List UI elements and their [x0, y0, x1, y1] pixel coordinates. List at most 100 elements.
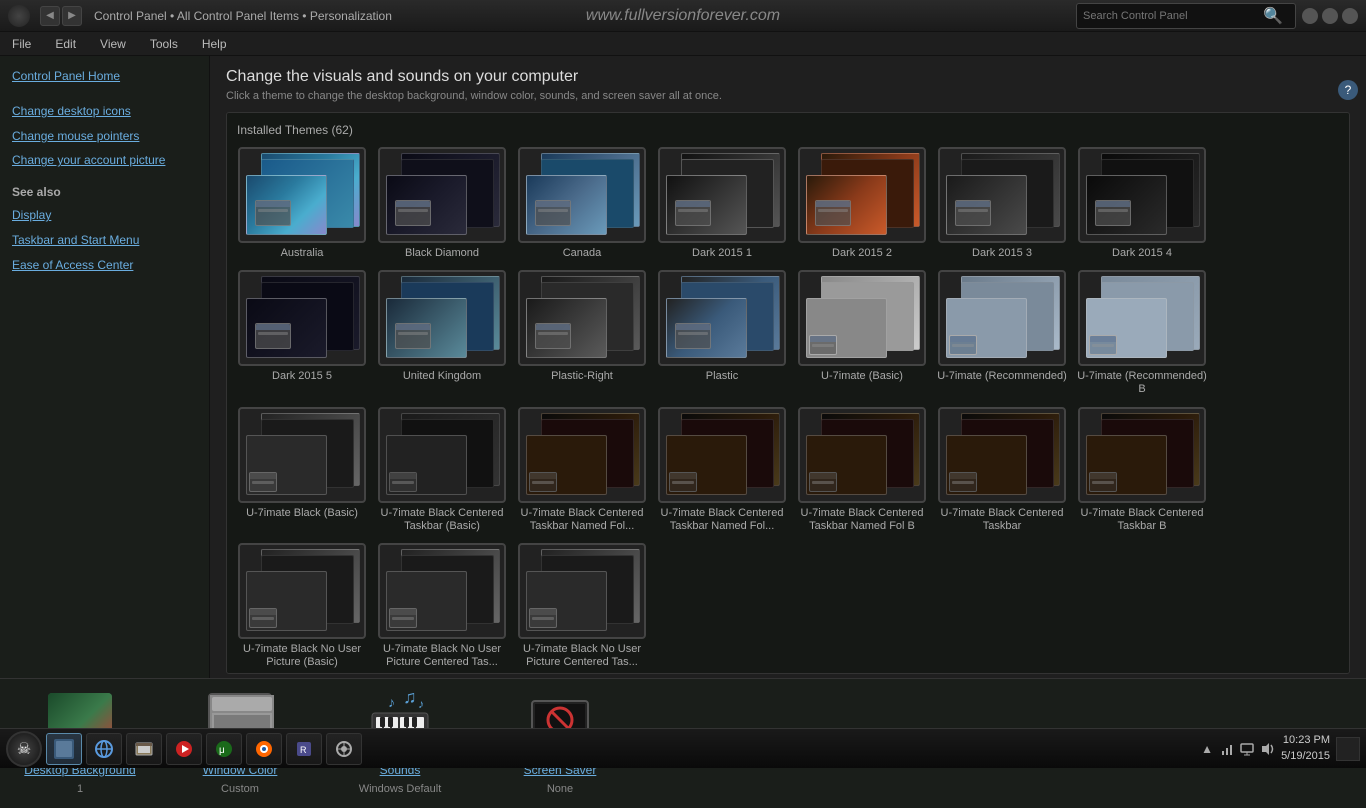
theme-name-uk: United Kingdom	[403, 370, 481, 383]
menu-help[interactable]: Help	[198, 35, 231, 53]
theme-dark1[interactable]: Dark 2015 1	[657, 147, 787, 260]
content-header: Change the visuals and sounds on your co…	[210, 56, 1366, 108]
theme-plastic[interactable]: Plastic	[657, 270, 787, 396]
theme-name-horses-1: U-7imate Black Centered Taskbar Named Fo…	[517, 507, 647, 533]
themes-container[interactable]: Installed Themes (62) Australia	[226, 112, 1350, 674]
see-also-title: See also	[12, 185, 197, 199]
search-box[interactable]: 🔍	[1076, 3, 1296, 29]
theme-no-pic-centered[interactable]: U-7imate Black No User Picture Centered …	[377, 543, 507, 669]
theme-no-pic-centered2[interactable]: U-7imate Black No User Picture Centered …	[517, 543, 647, 669]
taskbar-tray: ▲	[1199, 733, 1360, 764]
watermark: www.fullversionforever.com	[586, 7, 780, 25]
taskbar-item-6[interactable]: R	[286, 733, 322, 765]
theme-name-canada: Canada	[563, 247, 602, 260]
themes-section-title: Installed Themes (62)	[237, 123, 1339, 137]
theme-dark2[interactable]: Dark 2015 2	[797, 147, 927, 260]
taskbar-item-4[interactable]: μ	[206, 733, 242, 765]
theme-dark3[interactable]: Dark 2015 3	[937, 147, 1067, 260]
svg-text:μ: μ	[219, 745, 225, 756]
menu-edit[interactable]: Edit	[51, 35, 80, 53]
sidebar-item-mouse-pointers[interactable]: Change mouse pointers	[12, 128, 197, 145]
tray-icons: ▲	[1199, 741, 1275, 757]
forward-button[interactable]: ▶	[62, 6, 82, 26]
tray-volume[interactable]	[1259, 741, 1275, 757]
taskbar-item-5[interactable]	[246, 733, 282, 765]
tray-up-arrow[interactable]: ▲	[1199, 741, 1215, 757]
sidebar-item-account-picture[interactable]: Change your account picture	[12, 152, 197, 169]
titlebar: ◀ ▶ Control Panel • All Control Panel It…	[0, 0, 1366, 32]
taskbar-item-7[interactable]	[326, 733, 362, 765]
theme-horses-2[interactable]: U-7imate Black Centered Taskbar Named Fo…	[657, 407, 787, 533]
taskbar-item-1[interactable]	[86, 733, 122, 765]
theme-name-plastic: Plastic	[706, 370, 738, 383]
svg-text:♫: ♫	[403, 693, 417, 707]
theme-name-u7black-basic: U-7imate Black (Basic)	[246, 507, 358, 520]
sounds-value: Windows Default	[359, 783, 442, 795]
start-button[interactable]: ☠	[6, 731, 42, 767]
theme-name-u7basic: U-7imate (Basic)	[821, 370, 903, 383]
theme-name-horses-5: U-7imate Black Centered Taskbar B	[1077, 507, 1207, 533]
menu-tools[interactable]: Tools	[146, 35, 182, 53]
sidebar-item-ease[interactable]: Ease of Access Center	[12, 257, 197, 274]
theme-name-dark1: Dark 2015 1	[692, 247, 752, 260]
themes-grid: Australia Black Diamond	[237, 147, 1339, 669]
sidebar-item-taskbar[interactable]: Taskbar and Start Menu	[12, 232, 197, 249]
theme-name-horses-3: U-7imate Black Centered Taskbar Named Fo…	[797, 507, 927, 533]
theme-dark5[interactable]: Dark 2015 5	[237, 270, 367, 396]
svg-text:♪: ♪	[388, 694, 395, 710]
theme-name-u7black-ct-basic: U-7imate Black Centered Taskbar (Basic)	[377, 507, 507, 533]
theme-name-u7recb: U-7imate (Recommended) B	[1077, 370, 1207, 396]
show-desktop-button[interactable]	[1336, 737, 1360, 761]
sidebar-item-display[interactable]: Display	[12, 207, 197, 224]
theme-horses-3[interactable]: U-7imate Black Centered Taskbar Named Fo…	[797, 407, 927, 533]
theme-canada[interactable]: Canada	[517, 147, 647, 260]
theme-plastic-right[interactable]: Plastic-Right	[517, 270, 647, 396]
search-input[interactable]	[1083, 10, 1263, 22]
help-button[interactable]: ?	[1338, 80, 1358, 100]
theme-no-pic-basic[interactable]: U-7imate Black No User Picture (Basic)	[237, 543, 367, 669]
theme-black-diamond[interactable]: Black Diamond	[377, 147, 507, 260]
theme-name-dark5: Dark 2015 5	[272, 370, 332, 383]
desktop-bg-value: 1	[77, 783, 83, 795]
theme-u7black-ct-basic[interactable]: U-7imate Black Centered Taskbar (Basic)	[377, 407, 507, 533]
theme-name-u7rec: U-7imate (Recommended)	[937, 370, 1067, 383]
theme-u7basic[interactable]: U-7imate (Basic)	[797, 270, 927, 396]
sidebar-item-home[interactable]: Control Panel Home	[12, 68, 197, 85]
theme-horses-1[interactable]: U-7imate Black Centered Taskbar Named Fo…	[517, 407, 647, 533]
taskbar: ☠	[0, 728, 1366, 768]
svg-text:R: R	[300, 745, 307, 755]
taskbar-clock: 10:23 PM 5/19/2015	[1281, 733, 1330, 764]
taskbar-item-0[interactable]	[46, 733, 82, 765]
theme-name-dark4: Dark 2015 4	[1112, 247, 1172, 260]
content-area: Change the visuals and sounds on your co…	[210, 56, 1366, 678]
close-button[interactable]	[1342, 8, 1358, 24]
back-button[interactable]: ◀	[40, 6, 60, 26]
theme-name-australia: Australia	[281, 247, 324, 260]
theme-dark4[interactable]: Dark 2015 4	[1077, 147, 1207, 260]
theme-name-black-diamond: Black Diamond	[405, 247, 479, 260]
maximize-button[interactable]	[1322, 8, 1338, 24]
taskbar-item-2[interactable]	[126, 733, 162, 765]
tray-display[interactable]	[1239, 741, 1255, 757]
taskbar-items: μ R	[46, 733, 1199, 765]
clock-date: 5/19/2015	[1281, 749, 1330, 764]
theme-uk[interactable]: United Kingdom	[377, 270, 507, 396]
page-title: Change the visuals and sounds on your co…	[226, 68, 1350, 86]
theme-name-plastic-right: Plastic-Right	[551, 370, 613, 383]
theme-horses-4[interactable]: U-7imate Black Centered Taskbar	[937, 407, 1067, 533]
theme-u7black-basic[interactable]: U-7imate Black (Basic)	[237, 407, 367, 533]
tray-network[interactable]	[1219, 741, 1235, 757]
sidebar-item-desktop-icons[interactable]: Change desktop icons	[12, 103, 197, 120]
theme-australia[interactable]: Australia	[237, 147, 367, 260]
taskbar-item-3[interactable]	[166, 733, 202, 765]
minimize-button[interactable]	[1302, 8, 1318, 24]
svg-text:♪: ♪	[418, 697, 424, 711]
theme-name-no-pic-centered2: U-7imate Black No User Picture Centered …	[517, 643, 647, 669]
theme-name-dark3: Dark 2015 3	[972, 247, 1032, 260]
menu-file[interactable]: File	[8, 35, 35, 53]
menu-view[interactable]: View	[96, 35, 130, 53]
theme-horses-5[interactable]: U-7imate Black Centered Taskbar B	[1077, 407, 1207, 533]
theme-u7recb[interactable]: U-7imate (Recommended) B	[1077, 270, 1207, 396]
theme-u7rec[interactable]: U-7imate (Recommended)	[937, 270, 1067, 396]
menubar: File Edit View Tools Help	[0, 32, 1366, 56]
